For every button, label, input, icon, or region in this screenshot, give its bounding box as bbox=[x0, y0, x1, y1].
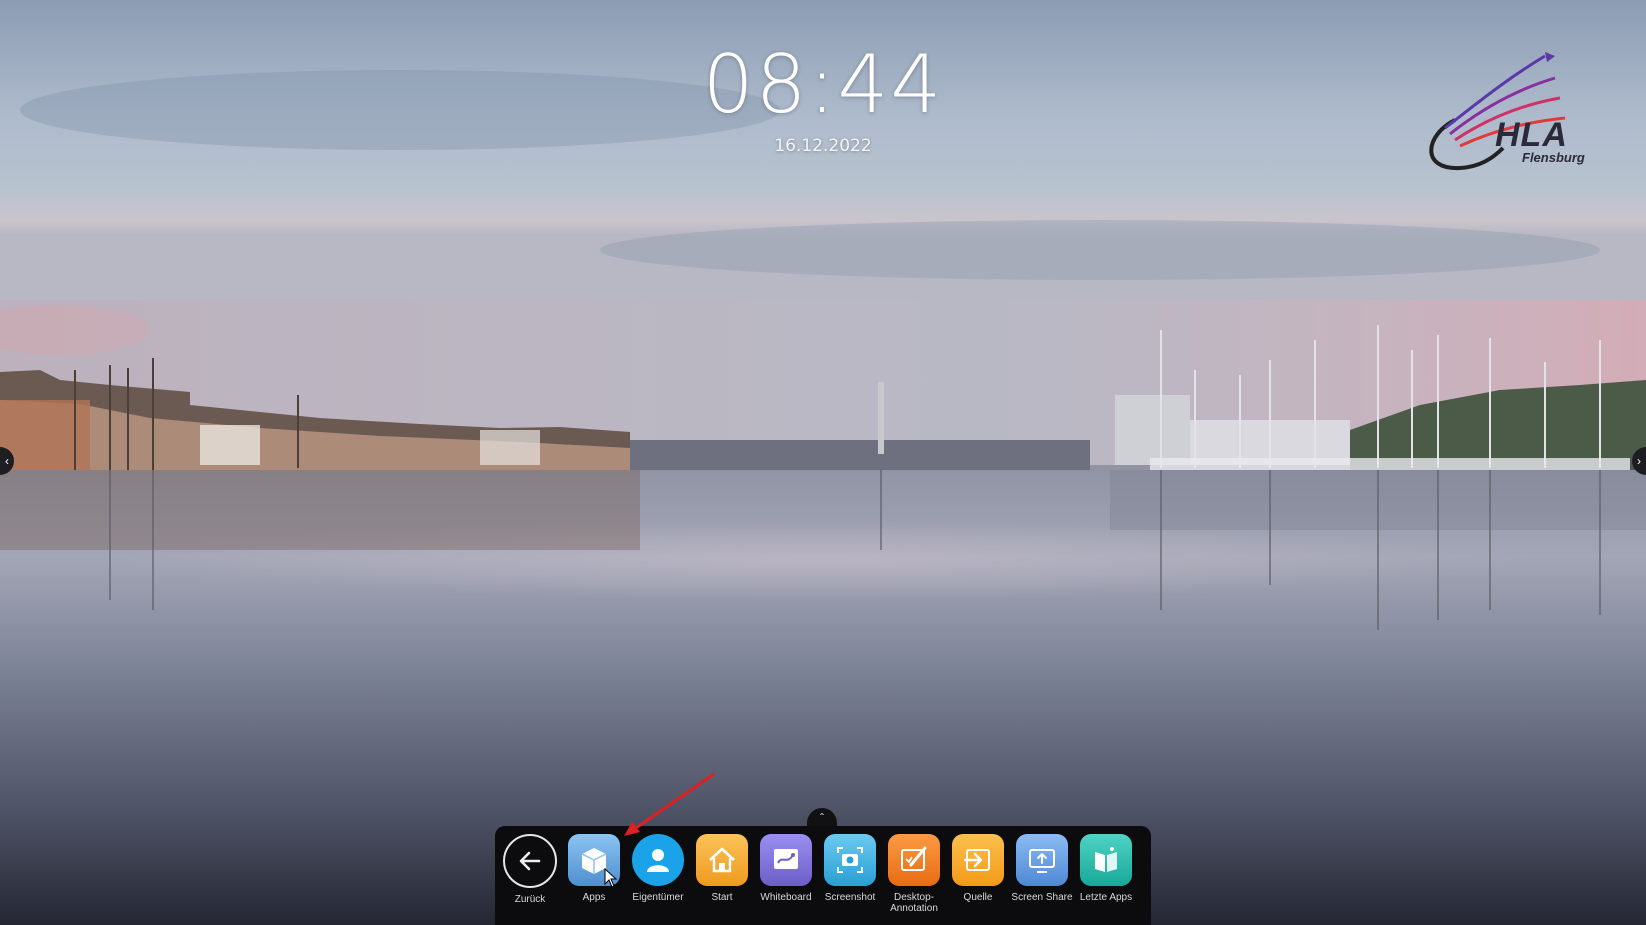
logo-subtext: Flensburg bbox=[1522, 150, 1585, 165]
screenshot-label: Screenshot bbox=[824, 892, 876, 903]
home-icon bbox=[696, 834, 748, 886]
owner-button[interactable]: Eigentümer bbox=[627, 834, 689, 903]
clock-date: 16.12.2022 bbox=[774, 136, 872, 156]
source-label: Quelle bbox=[963, 892, 993, 903]
owner-person-icon bbox=[632, 834, 684, 886]
red-annotation-arrow-icon bbox=[624, 772, 715, 836]
recent-apps-label: Letzte Apps bbox=[1079, 892, 1133, 903]
recent-apps-button[interactable]: Letzte Apps bbox=[1075, 834, 1137, 903]
taskbar-dock: Zurück Apps Eigentümer Start Whiteboard … bbox=[495, 826, 1151, 925]
screen-share-icon bbox=[1016, 834, 1068, 886]
desktop-annotation-label: Desktop-Annotation bbox=[890, 892, 938, 914]
back-button[interactable]: Zurück bbox=[499, 834, 561, 905]
start-label: Start bbox=[711, 892, 733, 903]
clock-time: 08:44 bbox=[702, 38, 944, 131]
annotation-pen-icon bbox=[888, 834, 940, 886]
whiteboard-label: Whiteboard bbox=[760, 892, 812, 903]
start-button[interactable]: Start bbox=[691, 834, 753, 903]
screen-share-button[interactable]: Screen Share bbox=[1011, 834, 1073, 903]
owner-label: Eigentümer bbox=[632, 892, 684, 903]
whiteboard-icon bbox=[760, 834, 812, 886]
apps-label: Apps bbox=[582, 892, 606, 903]
screenshot-button[interactable]: Screenshot bbox=[819, 834, 881, 903]
back-label: Zurück bbox=[514, 894, 546, 905]
mouse-cursor-icon bbox=[604, 868, 618, 888]
source-input-icon bbox=[952, 834, 1004, 886]
source-button[interactable]: Quelle bbox=[947, 834, 1009, 903]
back-arrow-icon bbox=[503, 834, 557, 888]
recent-apps-icon bbox=[1080, 834, 1132, 886]
screen-share-label: Screen Share bbox=[1011, 892, 1073, 903]
whiteboard-button[interactable]: Whiteboard bbox=[755, 834, 817, 903]
desktop-annotation-button[interactable]: Desktop-Annotation bbox=[883, 834, 945, 914]
camera-icon bbox=[824, 834, 876, 886]
